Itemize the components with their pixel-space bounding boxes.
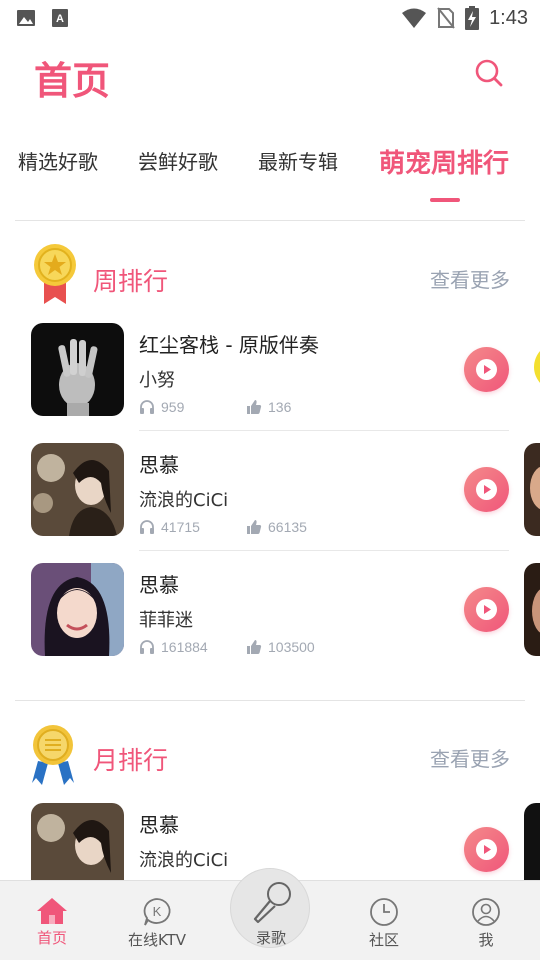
no-sim-icon [437,7,455,29]
tab-pet-weekly-ranking[interactable]: 萌宠周排行 [379,143,509,180]
list-item[interactable]: 思慕 流浪的CiCi 41715 66135 [0,443,540,563]
status-bar: A 1:43 [0,0,540,36]
search-icon[interactable] [472,56,506,90]
song-artist: 流浪的CiCi [139,850,229,871]
song-artist: 流浪的CiCi [139,490,229,511]
next-item-peek [524,563,540,656]
song-title: 思慕 [139,453,179,477]
battery-charging-icon [465,6,480,30]
play-button[interactable] [464,827,509,872]
page-title: 首页 [34,59,111,103]
song-cover [31,323,124,416]
list-item[interactable]: 红尘客栈 - 原版伴奏 小努 959 136 [0,323,540,443]
list-item[interactable]: 思慕 菲菲迷 161884 103500 [0,563,540,683]
nav-label: 在线KTV [127,931,187,949]
like-count: 103500 [268,639,315,655]
thumbs-up-icon [247,400,262,414]
image-icon [17,10,35,26]
play-icon [476,839,497,860]
microphone-icon [253,882,291,924]
tab-new-songs[interactable]: 尝鲜好歌 [138,146,218,175]
play-icon [476,359,497,380]
like-count: 136 [268,399,292,415]
nav-community[interactable]: 社区 [339,897,429,950]
nav-home[interactable]: 首页 [7,897,97,948]
next-item-peek [524,443,540,536]
view-more-link[interactable]: 查看更多 [430,264,510,293]
row-divider [139,550,509,551]
nav-online-ktv[interactable]: K 在线KTV [112,897,202,950]
next-item-peek [524,323,540,416]
headphones-icon [140,400,154,414]
section-title: 月排行 [93,746,169,775]
song-artist: 菲菲迷 [139,610,193,631]
row-divider [139,430,509,431]
gold-star-medal-icon [34,244,76,304]
clock-icon [370,898,398,926]
wifi-icon [402,8,427,28]
tab-featured[interactable]: 精选好歌 [18,146,98,175]
play-button[interactable] [464,587,509,632]
song-artist: 小努 [139,370,175,391]
song-title: 思慕 [139,813,179,837]
song-title: 思慕 [139,573,179,597]
thumbs-up-icon [247,640,262,654]
song-cover [31,563,124,656]
tabs-divider [15,220,525,221]
svg-text:K: K [153,904,162,919]
user-icon [472,898,500,926]
thumbs-up-icon [247,520,262,534]
nav-label: 社区 [368,931,399,949]
play-icon [476,479,497,500]
view-more-link[interactable]: 查看更多 [430,743,510,772]
headphones-icon [140,520,154,534]
monthly-ranking-header: 月排行 查看更多 [0,725,540,811]
svg-text:A: A [56,13,64,25]
listen-count: 161884 [161,639,208,655]
tab-latest-albums[interactable]: 最新专辑 [258,146,338,175]
weekly-ranking-header: 周排行 查看更多 [0,244,540,332]
listen-count: 959 [161,399,185,415]
font-icon: A [52,9,68,27]
active-tab-indicator [430,198,460,202]
like-count: 66135 [268,519,307,535]
song-title: 红尘客栈 - 原版伴奏 [139,333,319,357]
clock-time: 1:43 [489,6,528,29]
category-tabs: 精选好歌 尝鲜好歌 最新专辑 萌宠周排行 [0,146,540,194]
headphones-icon [140,640,154,654]
song-cover [31,443,124,536]
section-title: 周排行 [93,267,169,296]
play-icon [476,599,497,620]
record-song-button[interactable]: 录歌 [230,868,310,948]
nav-label: 首页 [36,929,67,947]
play-button[interactable] [464,347,509,392]
section-divider [15,700,525,701]
home-icon [37,898,67,924]
nav-label: 我 [478,931,494,949]
play-button[interactable] [464,467,509,512]
nav-me[interactable]: 我 [441,897,531,950]
listen-count: 41715 [161,519,200,535]
gold-ribbon-medal-icon [32,725,74,785]
ktv-icon: K [143,898,171,926]
nav-label: 录歌 [255,929,286,947]
